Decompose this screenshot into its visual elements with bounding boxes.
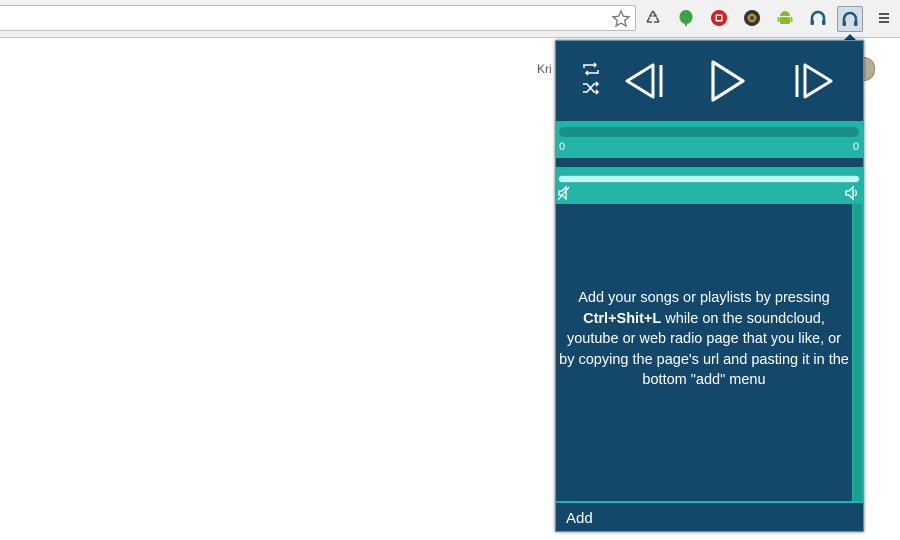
- page-partial-text: Kri: [537, 62, 552, 76]
- empty-playlist-message: Add your songs or playlists by pressing …: [558, 288, 850, 391]
- add-button[interactable]: Add: [566, 510, 593, 527]
- volume-section: [556, 167, 863, 204]
- mute-icon[interactable]: [557, 185, 573, 206]
- scrollbar-thumb[interactable]: [853, 204, 862, 501]
- next-icon: [795, 63, 833, 99]
- menu-icon[interactable]: [873, 7, 895, 29]
- playlist-scrollbar[interactable]: [852, 204, 863, 501]
- popup-footer: Add: [556, 501, 863, 531]
- evernote-icon[interactable]: [675, 7, 697, 29]
- next-button[interactable]: [792, 59, 838, 103]
- volume-fill: [559, 176, 859, 182]
- stop-icon[interactable]: [708, 7, 730, 29]
- camera-icon[interactable]: [741, 7, 763, 29]
- shortcut-keys: Ctrl+Shit+L: [583, 310, 662, 327]
- bookmark-star-icon[interactable]: [611, 9, 631, 29]
- playlist-area: Add your songs or playlists by pressing …: [556, 204, 863, 501]
- message-text-before: Add your songs or playlists by pressing: [578, 290, 830, 306]
- volume-slider[interactable]: [559, 176, 859, 182]
- player-controls: [556, 41, 863, 120]
- play-icon: [711, 60, 745, 102]
- current-time: 0: [559, 141, 566, 153]
- headphones-icon[interactable]: [807, 7, 829, 29]
- repeat-icon[interactable]: [578, 61, 604, 77]
- address-bar[interactable]: [0, 5, 636, 31]
- recycle-icon[interactable]: [642, 7, 664, 29]
- android-icon[interactable]: [774, 7, 796, 29]
- previous-button[interactable]: [620, 59, 666, 103]
- volume-max-icon[interactable]: [844, 185, 860, 206]
- player-popup: 0 0 Add your songs or playlists by press…: [555, 40, 864, 532]
- progress-section: 0 0: [556, 121, 863, 158]
- shuffle-icon[interactable]: [578, 80, 604, 96]
- browser-toolbar: [0, 0, 900, 38]
- total-time: 0: [852, 141, 859, 153]
- play-button[interactable]: [706, 58, 748, 104]
- separator: [556, 158, 863, 167]
- previous-icon: [625, 63, 663, 99]
- headphones-active-icon[interactable]: [837, 6, 863, 32]
- progress-bar[interactable]: [559, 127, 859, 137]
